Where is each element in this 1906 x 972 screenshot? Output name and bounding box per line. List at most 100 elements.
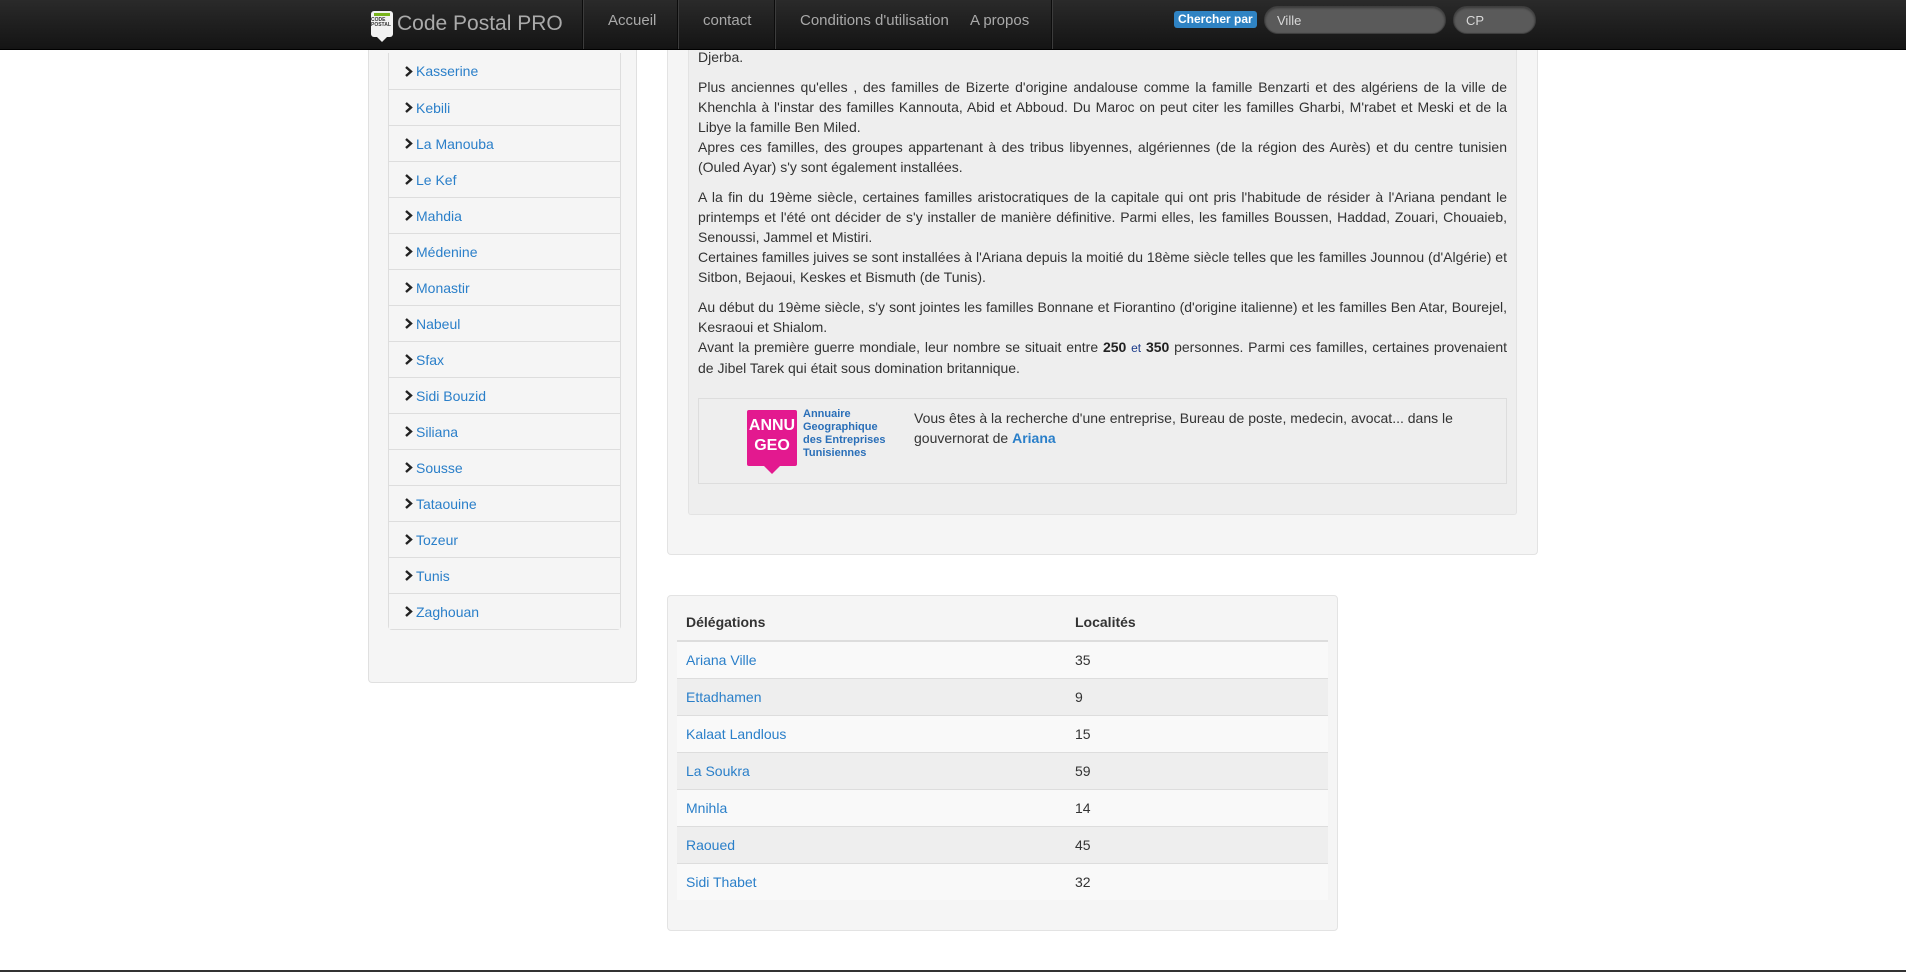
governorate-link-ariana[interactable]: Ariana [1012, 430, 1056, 446]
sidebar-item[interactable]: Nabeul [389, 305, 620, 341]
chevron-right-icon [404, 102, 414, 113]
annugeo-logo-text[interactable]: Annuaire Geographique des Entreprises Tu… [803, 408, 898, 460]
count-max: 350 [1145, 339, 1170, 355]
sidebar-item[interactable]: Tozeur [389, 521, 620, 557]
chevron-right-icon [404, 462, 414, 473]
brand-name: Code Postal PRO [397, 12, 563, 35]
nav-link-contact[interactable]: contact [703, 0, 751, 41]
code-postal-logo-icon: CODE POSTAL [371, 11, 393, 42]
chevron-right-icon [404, 65, 414, 77]
sidebar-item[interactable]: Médenine [389, 233, 620, 269]
sidebar-item-link[interactable]: Tunis [416, 568, 450, 584]
localites-count: 45 [1066, 825, 1328, 863]
article-line: A la fin du 19ème siècle, certaines fami… [698, 189, 1507, 245]
sidebar-item-link[interactable]: Zaghouan [416, 604, 479, 620]
chevron-right-icon [404, 354, 414, 365]
sidebar-item-link[interactable]: Tozeur [416, 532, 458, 548]
annugeo-logo-icon[interactable]: ANNU GEO [747, 410, 797, 474]
sidebar-item[interactable]: Sidi Bouzid [389, 377, 620, 413]
top-navbar: CODE POSTAL Code Postal PRO Accueil cont… [0, 0, 1906, 50]
sidebar-item-link[interactable]: Médenine [416, 244, 478, 260]
nav-link-accueil[interactable]: Accueil [608, 0, 656, 41]
sidebar-item[interactable]: Zaghouan [389, 593, 620, 629]
delegation-cell: Raoued [677, 825, 1066, 863]
table-row: Kalaat Landlous 15 [677, 714, 1328, 752]
localites-count: 15 [1066, 714, 1328, 752]
annugeo-promo-box: ANNU GEO Annuaire Geographique des Entre… [698, 398, 1507, 484]
table-row: Raoued 45 [677, 825, 1328, 863]
chevron-right-icon [404, 426, 414, 437]
brand-link[interactable]: CODE POSTAL Code Postal PRO [371, 9, 563, 42]
table-row: Ettadhamen 9 [677, 677, 1328, 715]
sidebar-item-link[interactable]: Monastir [416, 280, 470, 296]
sidebar-item-link[interactable]: Sousse [416, 460, 463, 476]
chevron-right-icon [404, 246, 414, 257]
sidebar-item-link[interactable]: Sidi Bouzid [416, 388, 486, 404]
localites-count: 35 [1066, 640, 1328, 678]
article-paragraph: A la fin du 19ème siècle, certaines fami… [698, 187, 1507, 287]
sidebar-item-link[interactable]: Kasserine [416, 63, 478, 79]
delegation-cell: La Soukra [677, 751, 1066, 789]
sidebar-item[interactable]: La Manouba [389, 125, 620, 161]
delegation-link[interactable]: La Soukra [686, 763, 750, 779]
nav-divider [774, 0, 776, 49]
sidebar-item-link[interactable]: Le Kef [416, 172, 456, 188]
delegation-link[interactable]: Ariana Ville [686, 652, 757, 668]
delegation-link[interactable]: Mnihla [686, 800, 727, 816]
sidebar-item[interactable]: Tunis [389, 557, 620, 593]
sidebar-item-link[interactable]: Mahdia [416, 208, 462, 224]
sidebar-item-link[interactable]: Kebili [416, 100, 450, 116]
sidebar-item[interactable]: Tataouine [389, 485, 620, 521]
sidebar-item-link[interactable]: Siliana [416, 424, 458, 440]
delegation-cell: Ettadhamen [677, 677, 1066, 715]
delegation-link[interactable]: Raoued [686, 837, 735, 853]
article-paragraph: Au début du 19ème siècle, s'y sont joint… [698, 297, 1507, 378]
localites-count: 32 [1066, 862, 1328, 900]
table-row: La Soukra 59 [677, 751, 1328, 789]
delegation-cell: Mnihla [677, 788, 1066, 826]
delegation-cell: Sidi Thabet [677, 862, 1066, 900]
chevron-right-icon [404, 174, 414, 185]
chevron-right-icon [404, 282, 414, 293]
sidebar-item[interactable]: Sfax [389, 341, 620, 377]
article-text: Djerba. Plus anciennes qu'elles , des fa… [698, 27, 1507, 388]
sidebar-item-link[interactable]: Sfax [416, 352, 444, 368]
sidebar-item[interactable]: Kasserine [389, 53, 620, 89]
delegation-link[interactable]: Ettadhamen [686, 689, 762, 705]
nav-link-conditions[interactable]: Conditions d'utilisation [800, 0, 949, 41]
sidebar-item-link[interactable]: Nabeul [416, 316, 460, 332]
nav-divider [582, 0, 584, 49]
ville-search-input[interactable] [1264, 6, 1446, 34]
chevron-right-icon [404, 390, 414, 401]
localites-count: 9 [1066, 677, 1328, 715]
article-paragraph: Plus anciennes qu'elles , des familles d… [698, 77, 1507, 177]
sidebar-item[interactable]: Le Kef [389, 161, 620, 197]
chevron-right-icon [404, 318, 414, 329]
sidebar-item[interactable]: Monastir [389, 269, 620, 305]
sidebar-item[interactable]: Siliana [389, 413, 620, 449]
delegation-cell: Kalaat Landlous [677, 714, 1066, 752]
article-line: Djerba. [698, 49, 744, 65]
delegation-link[interactable]: Sidi Thabet [686, 874, 757, 890]
delegation-link[interactable]: Kalaat Landlous [686, 726, 786, 742]
count-min: 250 [1102, 339, 1127, 355]
chevron-right-icon [404, 498, 414, 509]
delegation-cell: Ariana Ville [677, 640, 1066, 678]
chevron-right-icon [404, 534, 414, 545]
sidebar-item-link[interactable]: La Manouba [416, 136, 494, 152]
chevron-right-icon [404, 570, 414, 581]
table-row: Sidi Thabet 32 [677, 862, 1328, 900]
search-by-label: Chercher par [1174, 11, 1257, 28]
sidebar-item[interactable]: Mahdia [389, 197, 620, 233]
cp-search-input[interactable] [1453, 6, 1536, 34]
sidebar-item[interactable]: Sousse [389, 449, 620, 485]
sidebar-item-link[interactable]: Tataouine [416, 496, 477, 512]
promo-text: Vous êtes à la recherche d'une entrepris… [914, 410, 1453, 446]
nav-link-a-propos[interactable]: A propos [970, 0, 1029, 41]
chevron-right-icon [404, 606, 414, 617]
nav-divider [677, 0, 679, 49]
nav-divider [1051, 0, 1053, 49]
sidebar-item[interactable]: Kebili [389, 89, 620, 125]
article-line: Plus anciennes qu'elles , des familles d… [698, 79, 1507, 135]
localites-count: 59 [1066, 751, 1328, 789]
